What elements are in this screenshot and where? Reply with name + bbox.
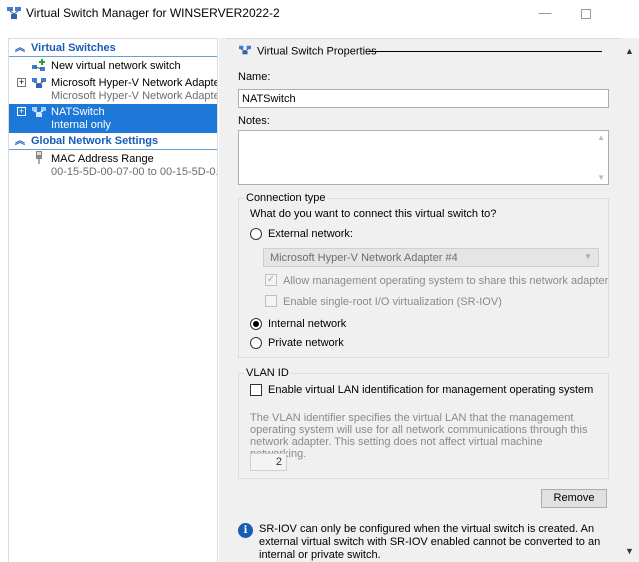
chevron-down-icon: ▼: [584, 252, 592, 261]
network-switch-icon: [31, 76, 47, 90]
info-icon: i: [238, 523, 253, 538]
tree-item-external-switch[interactable]: + Microsoft Hyper-V Network Adapte... Mi…: [9, 75, 217, 105]
connection-type-title: Connection type: [244, 192, 328, 204]
vlan-id-title: VLAN ID: [244, 367, 291, 379]
internal-network-label[interactable]: Internal network: [268, 318, 346, 330]
collapse-chevron-icon[interactable]: ︽: [15, 134, 25, 149]
virtual-switches-header[interactable]: ︽ Virtual Switches: [9, 41, 217, 57]
global-network-settings-header[interactable]: ︽ Global Network Settings: [9, 134, 217, 150]
properties-header: Virtual Switch Properties: [238, 44, 377, 59]
window-title: Virtual Switch Manager for WINSERVER2022…: [26, 6, 280, 20]
tree-item-new-switch[interactable]: New virtual network switch: [9, 58, 217, 74]
network-switch-icon: [31, 105, 47, 119]
network-adapter-dropdown[interactable]: Microsoft Hyper-V Network Adapter #4 ▼: [263, 248, 599, 267]
scroll-up-icon[interactable]: ▲: [625, 46, 634, 56]
collapse-chevron-icon[interactable]: ︽: [15, 41, 25, 56]
panel-splitter[interactable]: [219, 38, 226, 562]
internal-network-radio[interactable]: [250, 318, 262, 330]
connection-question: What do you want to connect this virtual…: [250, 208, 497, 220]
scroll-down-icon[interactable]: ▼: [597, 173, 605, 182]
expand-plus-icon[interactable]: +: [17, 78, 26, 87]
external-network-radio[interactable]: [250, 228, 262, 240]
tree-item-mac-address-range[interactable]: MAC Address Range 00-15-5D-00-07-00 to 0…: [9, 151, 217, 181]
vertical-scrollbar[interactable]: ▲ ▼: [620, 38, 639, 562]
name-field[interactable]: NATSwitch: [238, 89, 609, 108]
sriov-label: Enable single-root I/O virtualization (S…: [283, 296, 502, 308]
enable-vlan-label[interactable]: Enable virtual LAN identification for ma…: [268, 384, 593, 396]
private-network-label[interactable]: Private network: [268, 337, 344, 349]
minimize-button[interactable]: —: [525, 2, 565, 24]
private-network-radio[interactable]: [250, 337, 262, 349]
new-switch-icon: [31, 59, 47, 73]
network-adapter-icon: [31, 151, 47, 165]
network-switch-icon: [6, 6, 22, 20]
sriov-checkbox[interactable]: [265, 295, 277, 307]
network-switch-icon: [238, 44, 252, 59]
maximize-button[interactable]: [566, 2, 606, 24]
scroll-down-icon[interactable]: ▼: [625, 546, 634, 556]
remove-button[interactable]: Remove: [541, 489, 607, 508]
enable-vlan-checkbox[interactable]: [250, 384, 262, 396]
external-network-label[interactable]: External network:: [268, 228, 353, 240]
notes-field[interactable]: ▲ ▼: [238, 130, 609, 185]
tree-item-natswitch[interactable]: + NATSwitch Internal only: [9, 104, 217, 133]
vlan-id-field[interactable]: 2: [250, 453, 287, 471]
notes-label: Notes:: [238, 115, 270, 127]
allow-management-checkbox[interactable]: ✓: [265, 274, 277, 286]
switch-tree-panel: ︽ Virtual Switches New virtual network s…: [8, 38, 218, 562]
scroll-up-icon[interactable]: ▲: [597, 133, 605, 142]
vlan-description: The VLAN identifier specifies the virtua…: [250, 412, 588, 460]
title-bar: Virtual Switch Manager for WINSERVER2022…: [0, 0, 639, 28]
expand-plus-icon[interactable]: +: [17, 107, 26, 116]
allow-management-label: Allow management operating system to sha…: [283, 275, 609, 287]
header-divider: [368, 51, 602, 52]
name-label: Name:: [238, 71, 271, 83]
sriov-info-text: SR-IOV can only be configured when the v…: [259, 523, 601, 561]
